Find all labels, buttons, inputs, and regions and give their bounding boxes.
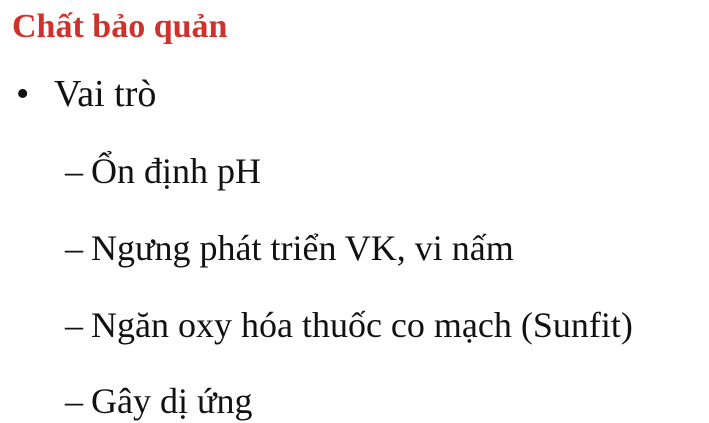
bullet-text: Vai trò [54, 73, 157, 115]
dash-marker: – [65, 305, 83, 345]
sub-item-text: Gây dị ứng [91, 381, 253, 421]
dash-marker: – [65, 381, 83, 421]
sub-item-prevent-oxidation: – Ngăn oxy hóa thuốc co mạch (Sunfit) [65, 304, 633, 347]
sub-item-text: Ngưng phát triển VK, vi nấm [91, 228, 514, 268]
dash-marker: – [65, 151, 83, 191]
sub-item-text: Ngăn oxy hóa thuốc co mạch (Sunfit) [91, 305, 633, 345]
sub-item-inhibit-growth: – Ngưng phát triển VK, vi nấm [65, 227, 514, 270]
bullet-marker: • [16, 73, 30, 115]
sub-item-text: Ổn định pH [91, 151, 261, 191]
dash-marker: – [65, 228, 83, 268]
sub-item-stabilize-ph: – Ổn định pH [65, 150, 261, 193]
slide-title: Chất bảo quản [12, 8, 228, 45]
sub-item-allergy: – Gây dị ứng [65, 380, 253, 423]
bullet-item-roles: • Vai trò [16, 72, 156, 118]
